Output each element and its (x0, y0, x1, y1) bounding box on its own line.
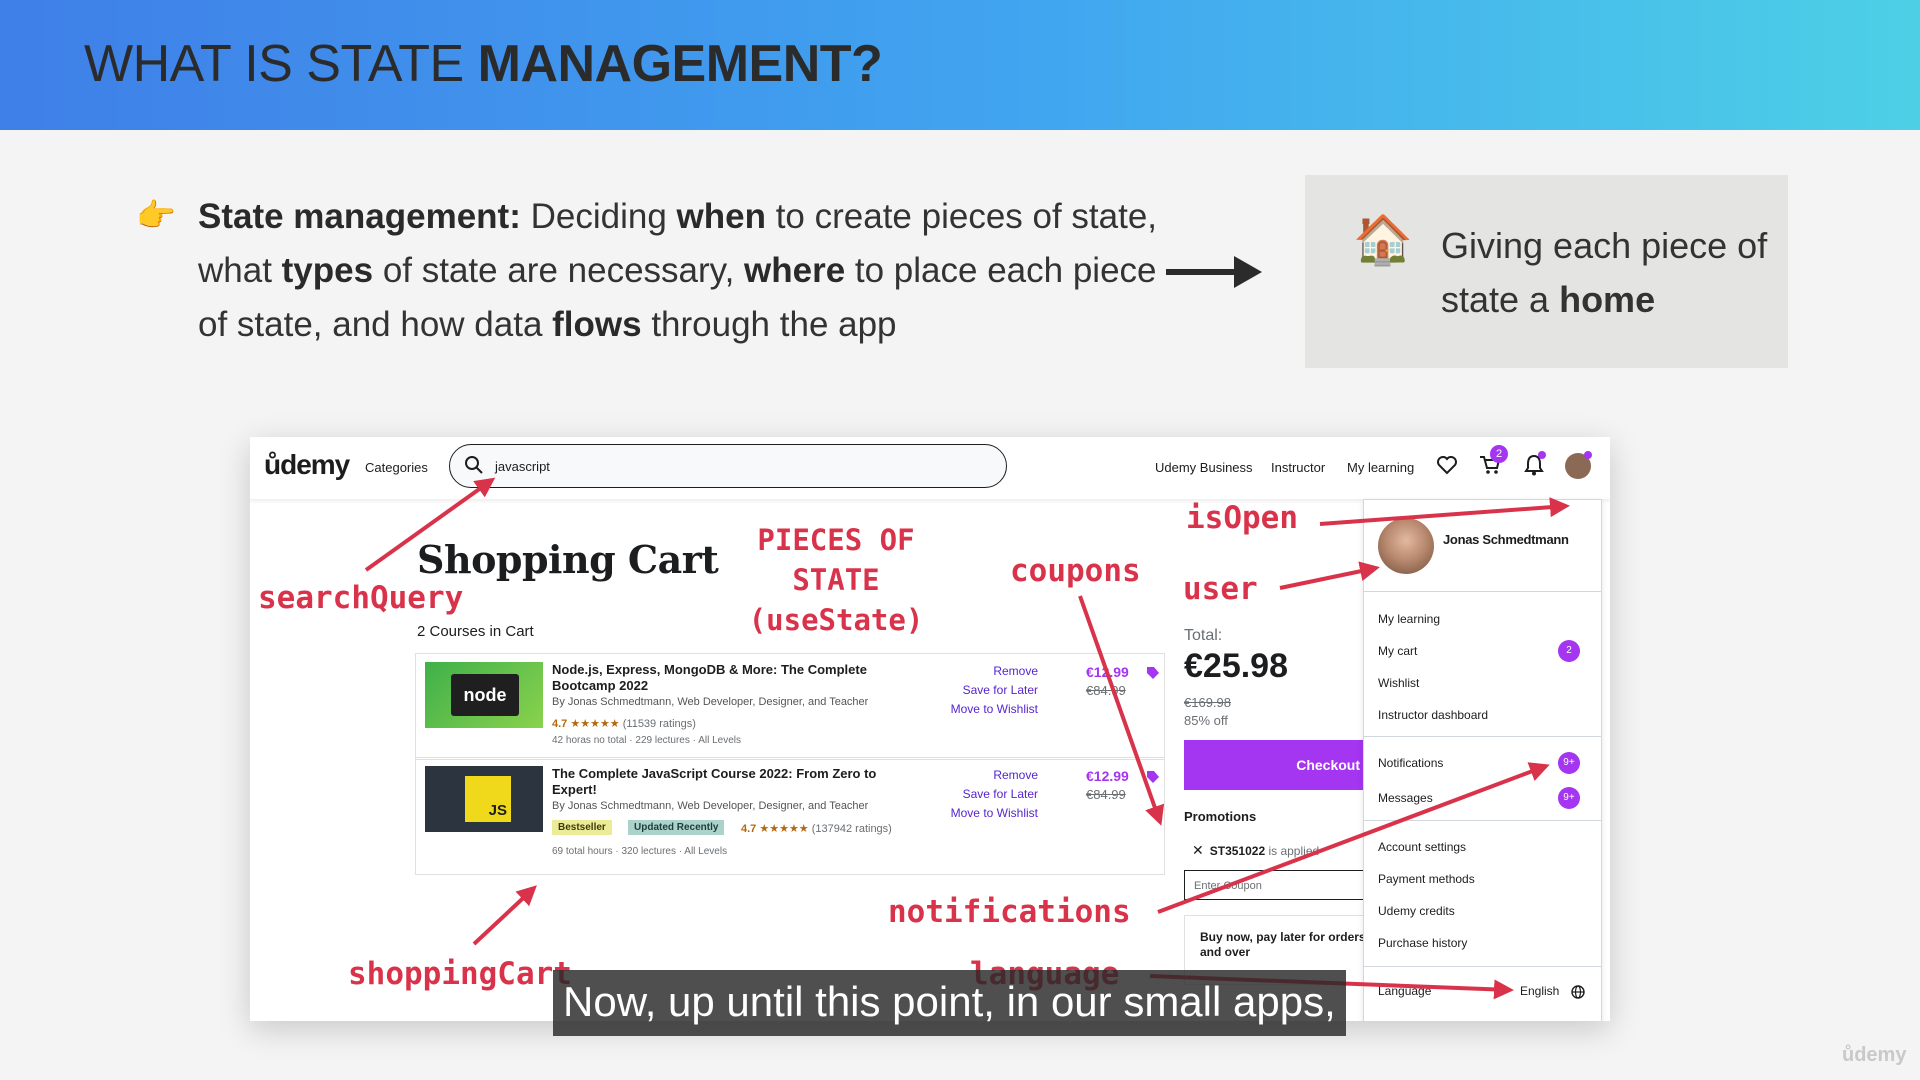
subtitle-caption: Now, up until this point, in our small a… (553, 970, 1346, 1036)
arrow-searchquery (364, 477, 496, 572)
annotation-arrows (364, 477, 1570, 1000)
arrow-notifications (1157, 762, 1550, 914)
arrow-isopen (1319, 497, 1570, 526)
arrow-shoppingcart (472, 885, 537, 946)
arrow-coupons (1078, 595, 1165, 826)
udemy-watermark: ůdemy (1842, 1044, 1907, 1066)
arrow-user (1279, 561, 1380, 590)
